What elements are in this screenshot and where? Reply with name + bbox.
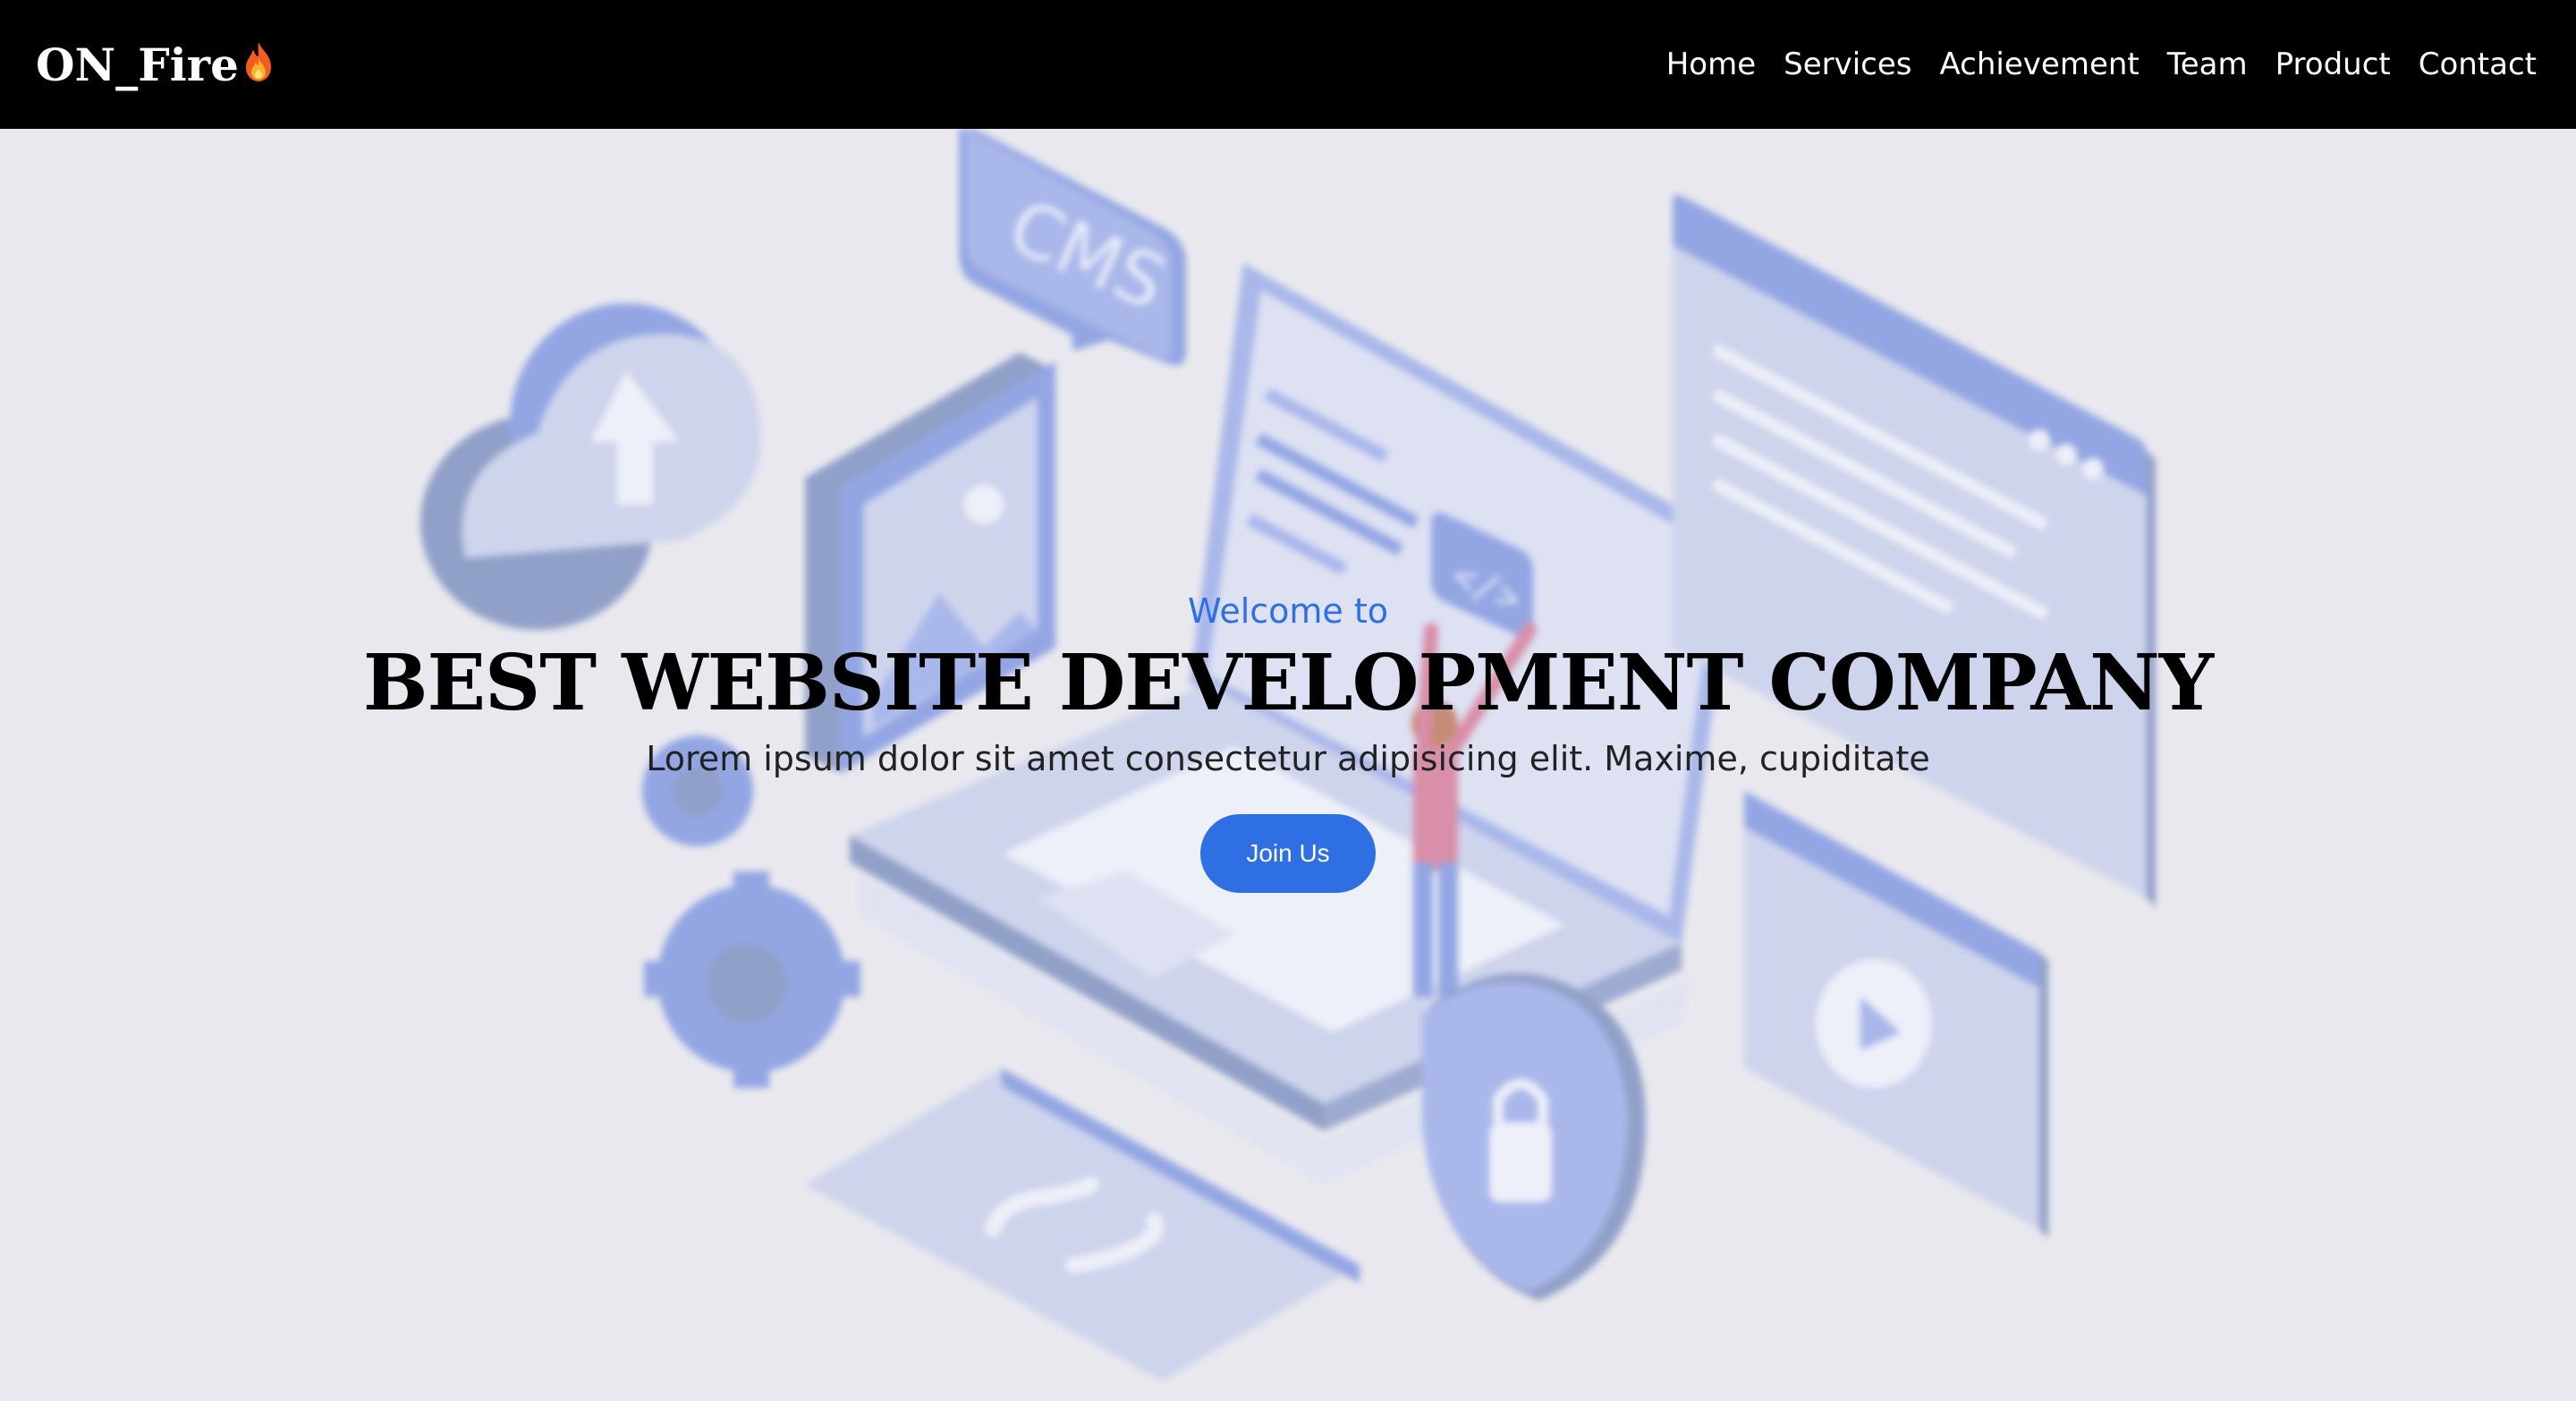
- main-nav: Home Services Achievement Team Product C…: [1666, 47, 2537, 82]
- hero-title: BEST WEBSITE DEVELOPMENT COMPANY: [362, 638, 2214, 728]
- nav-achievement-link[interactable]: Achievement: [1940, 47, 2140, 82]
- nav-contact-link[interactable]: Contact: [2419, 47, 2537, 82]
- hero-section: CMS </> Welcome to BEST WEBSITE DEVELOPM…: [0, 129, 2576, 1401]
- nav-product-link[interactable]: Product: [2275, 47, 2391, 82]
- top-navbar: ON_Fire Home Services Achievement Team P…: [0, 0, 2576, 129]
- hero-content: Welcome to BEST WEBSITE DEVELOPMENT COMP…: [0, 129, 2576, 1401]
- nav-team-link[interactable]: Team: [2167, 47, 2248, 82]
- welcome-text: Welcome to: [1187, 591, 1389, 631]
- brand-name: ON_Fire: [36, 38, 239, 91]
- join-us-button[interactable]: Join Us: [1200, 814, 1376, 893]
- nav-services-link[interactable]: Services: [1784, 47, 1911, 82]
- nav-home-link[interactable]: Home: [1666, 47, 1756, 82]
- fire-icon: [245, 42, 271, 81]
- brand-logo[interactable]: ON_Fire: [36, 38, 276, 91]
- page-bottom-edge: [0, 1401, 2576, 1410]
- hero-subtitle: Lorem ipsum dolor sit amet consectetur a…: [646, 739, 1930, 778]
